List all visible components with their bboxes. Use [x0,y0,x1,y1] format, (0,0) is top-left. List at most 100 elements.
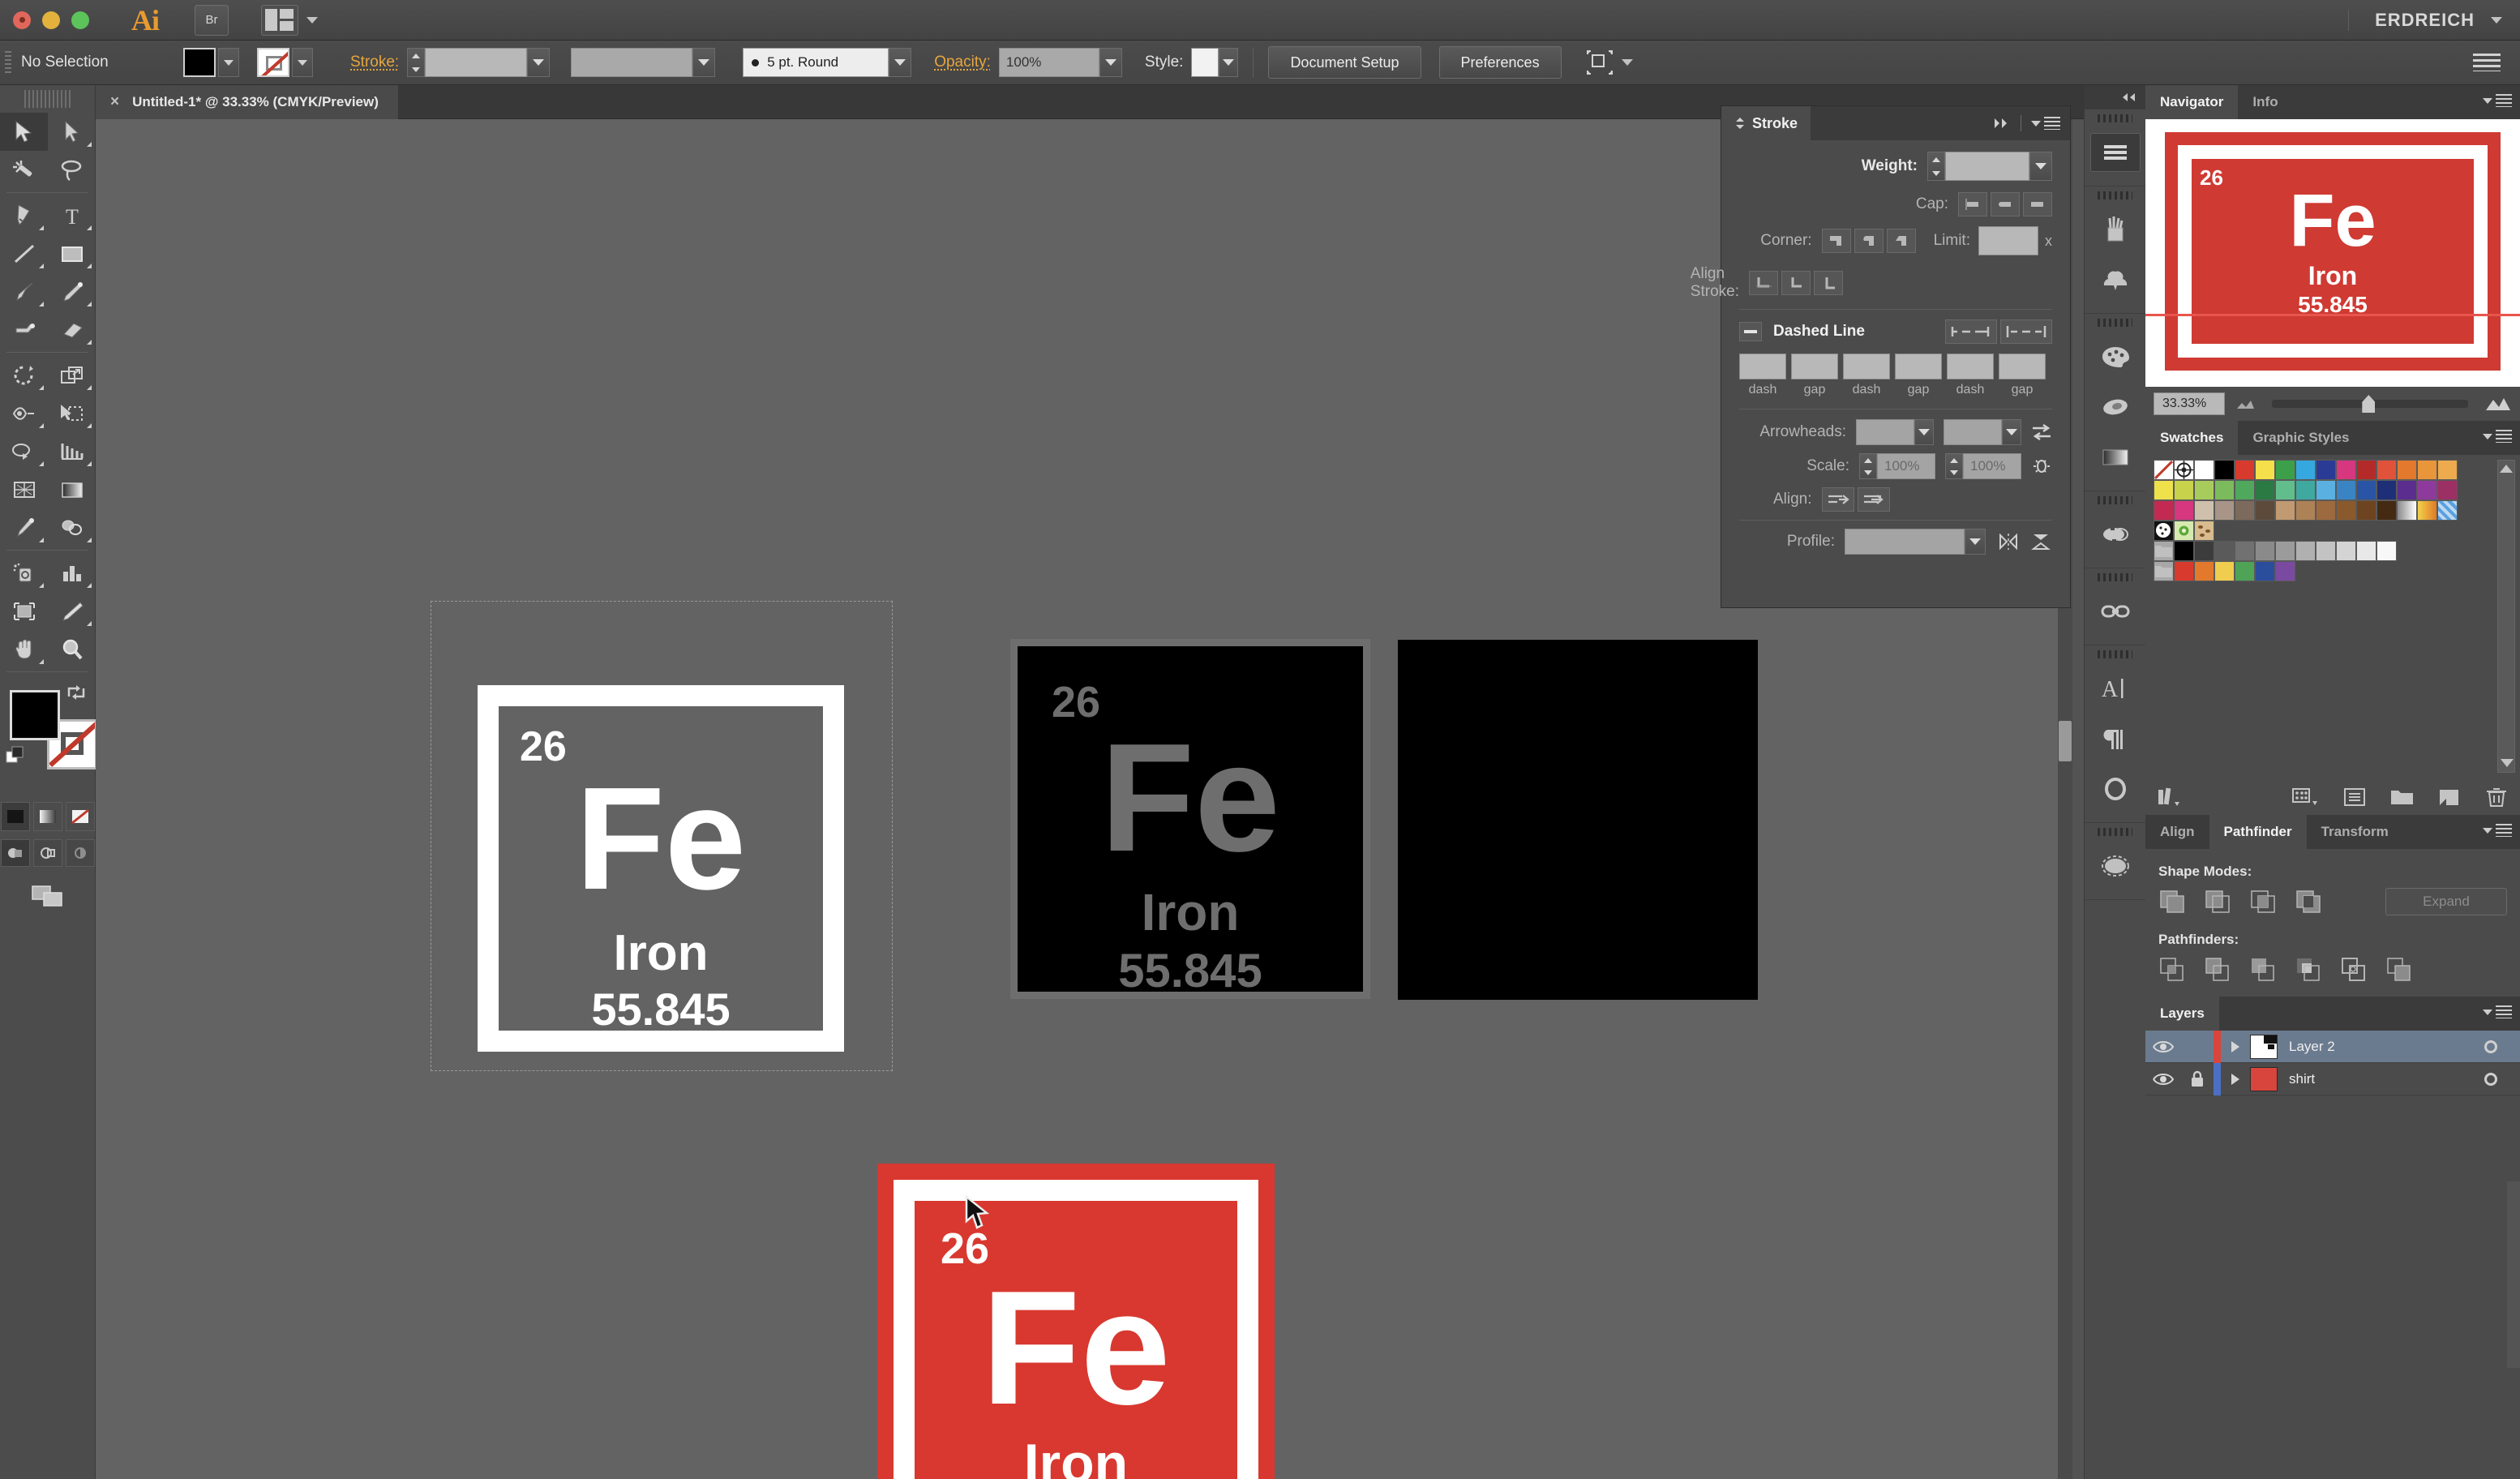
brush-chevron-down-icon[interactable] [889,48,911,77]
swatch-1-5[interactable] [2255,480,2275,500]
dashed-line-checkbox[interactable] [1739,322,1762,341]
arrange-documents-icon[interactable] [261,5,298,36]
swatch-0-8[interactable] [2316,460,2336,480]
swatch-4-7[interactable] [2295,541,2316,561]
swatch-4-4[interactable] [2235,541,2255,561]
swatch-5-6[interactable] [2275,561,2295,581]
control-bar-menu-icon[interactable] [2473,54,2501,71]
perspective-grid-tool[interactable] [48,432,96,470]
align-to-selection-icon[interactable] [1586,50,1614,75]
place-arrow-at-end-button[interactable] [1858,487,1890,512]
profile-chevron-down-icon[interactable] [1965,529,1986,555]
opacity-chevron-down-icon[interactable] [1099,48,1122,77]
maximize-window-button[interactable] [71,11,89,29]
swatch-1-2[interactable] [2194,480,2214,500]
layer-visibility-eye-icon[interactable] [2145,1063,2181,1095]
swatches-menu-chevron-icon[interactable] [2483,434,2492,439]
dash-adjust-to-fit-button[interactable] [2000,319,2052,344]
stroke-weight-input[interactable] [425,48,527,77]
swatch-2-2[interactable] [2194,500,2214,521]
rectangle-tool[interactable] [48,234,96,272]
layer-disclosure-triangle-icon[interactable] [2221,1063,2250,1095]
line-segment-tool[interactable] [0,234,48,272]
gap-1-input[interactable] [1791,354,1838,379]
pencil-tool[interactable] [48,272,96,311]
close-tab-icon[interactable]: × [110,93,119,111]
show-swatch-kinds-icon[interactable] [2290,786,2322,808]
swatch-5-2[interactable] [2194,561,2214,581]
gradient-mode-button[interactable] [33,802,62,831]
round-cap-button[interactable] [1991,192,2020,216]
color-mode-button[interactable] [1,802,30,831]
fill-color-swatch[interactable] [183,48,216,77]
document-setup-button[interactable]: Document Setup [1268,46,1421,79]
layers-scrollbar[interactable] [2507,1181,2520,1368]
dash-2-input[interactable] [1843,354,1890,379]
dash-3-input[interactable] [1947,354,1994,379]
navigator-zoom-knob[interactable] [2362,395,2375,413]
extend-arrow-beyond-end-button[interactable] [1822,487,1854,512]
stroke-weight-label[interactable]: Stroke: [350,54,399,71]
swatch-4-1[interactable] [2174,541,2194,561]
swatch-1-12[interactable] [2397,480,2417,500]
swatch-2-1[interactable] [2174,500,2194,521]
layer-row[interactable]: shirt [2145,1063,2520,1095]
screen-mode-button[interactable] [0,883,95,909]
swatch-1-8[interactable] [2316,480,2336,500]
miter-join-button[interactable] [1822,229,1851,253]
swatch-2-6[interactable] [2275,500,2295,521]
align-stroke-center-button[interactable] [1749,271,1778,295]
profile-select[interactable] [1845,529,1965,555]
hand-tool[interactable] [0,630,48,668]
draw-behind-button[interactable] [33,839,62,867]
stroke-panel-collapse-icon[interactable] [1734,117,1746,130]
swatch-5-4[interactable] [2235,561,2255,581]
fill-chevron-down-icon[interactable] [218,48,239,77]
swatch-4-9[interactable] [2336,541,2356,561]
swatch-2-7[interactable] [2295,500,2316,521]
swatch-0-11[interactable] [2376,460,2397,480]
swatch-5-5[interactable] [2255,561,2275,581]
butt-cap-button[interactable] [1958,192,1987,216]
swatch-options-icon[interactable] [2342,786,2369,808]
direct-selection-tool[interactable] [48,113,96,151]
swatch-2-8[interactable] [2316,500,2336,521]
workspace-name[interactable]: ERDREICH [2348,10,2478,31]
minus-back-button[interactable] [2385,956,2413,982]
swatch-2-14[interactable] [2437,500,2458,521]
scale-end-input[interactable]: 100% [1963,453,2021,479]
trim-button[interactable] [2204,956,2231,982]
scale-start-stepper[interactable] [1859,453,1877,479]
new-swatch-icon[interactable] [2436,786,2463,808]
swatch-0-3[interactable] [2214,460,2235,480]
draw-normal-button[interactable] [1,839,30,867]
tools-panel-grip[interactable] [24,90,71,108]
align-stroke-outside-button[interactable] [1814,271,1843,295]
swap-fill-stroke-icon[interactable] [66,684,87,701]
lasso-tool[interactable] [48,151,96,189]
crop-button[interactable] [2295,956,2322,982]
expand-button[interactable]: Expand [2385,888,2507,915]
swatch-0-2[interactable] [2194,460,2214,480]
rotate-tool[interactable] [0,356,48,394]
brushes-icon[interactable] [2085,204,2145,255]
zoom-in-icon[interactable] [2484,396,2512,412]
tab-layers[interactable]: Layers [2145,997,2219,1031]
color-icon[interactable] [2085,332,2145,382]
divide-button[interactable] [2158,956,2186,982]
gradient-icon[interactable] [2085,432,2145,482]
swatch-4-8[interactable] [2316,541,2336,561]
none-mode-button[interactable] [66,802,95,831]
weight-input[interactable] [1945,152,2029,181]
weight-stepper[interactable] [1927,152,1945,181]
navigator-menu-chevron-icon[interactable] [2483,98,2492,104]
swatch-libraries-icon[interactable] [2155,786,2188,808]
stroke-chevron-down-icon[interactable] [292,48,313,77]
swatch-2-9[interactable] [2336,500,2356,521]
tab-swatches[interactable]: Swatches [2145,421,2238,455]
swatch-4-2[interactable] [2194,541,2214,561]
intersect-button[interactable] [2249,889,2277,915]
symbols-icon[interactable] [2085,255,2145,305]
swatch-0-10[interactable] [2356,460,2376,480]
swatch-1-10[interactable] [2356,480,2376,500]
